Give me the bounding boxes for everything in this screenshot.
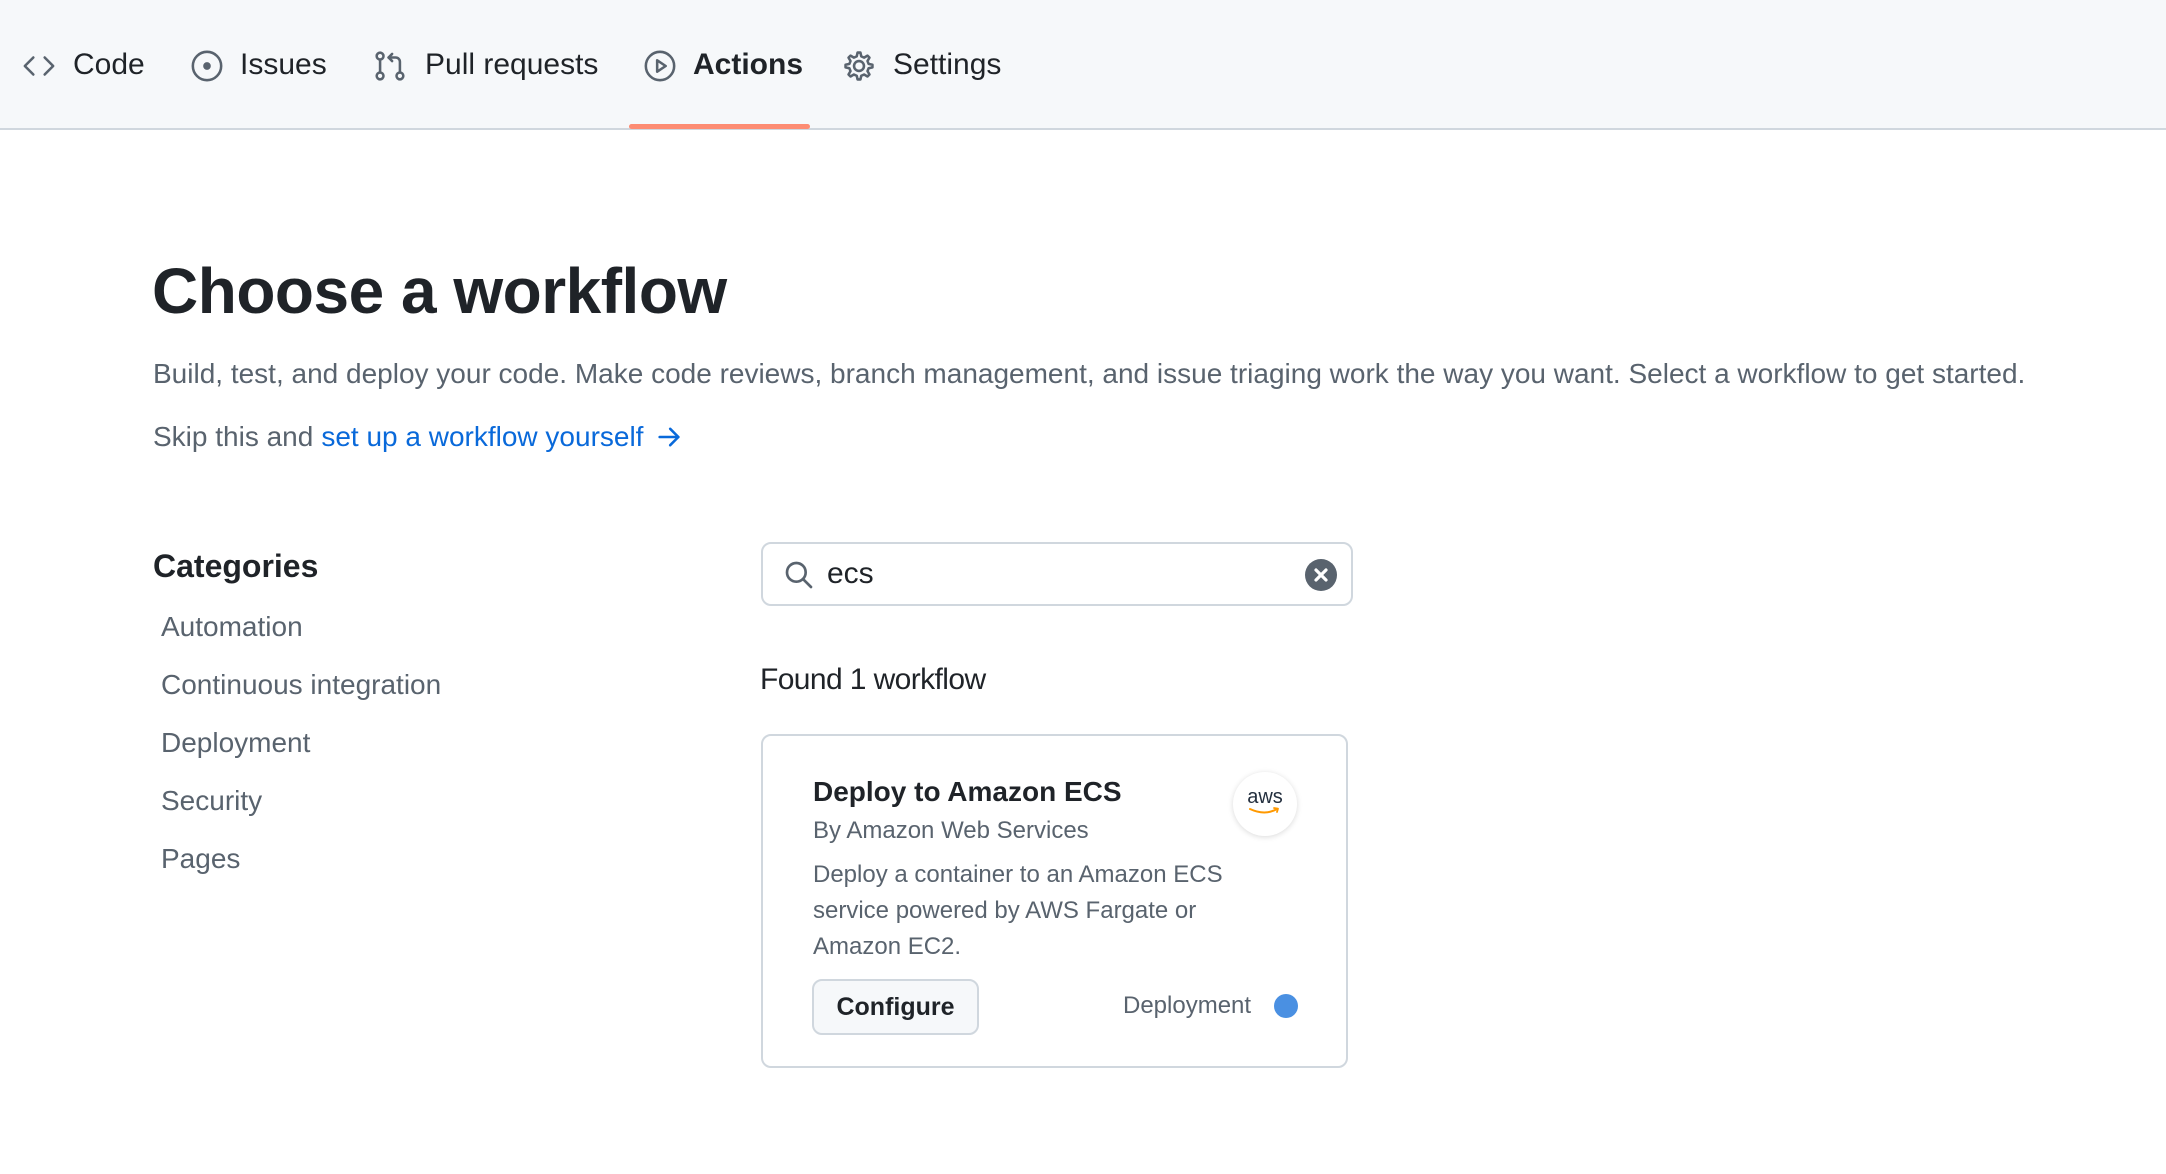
workflow-search (761, 542, 1353, 606)
aws-logo: aws (1233, 772, 1297, 836)
gear-icon (842, 49, 876, 83)
repo-nav: Code Issues Pull requests Actions Settin… (0, 0, 2166, 130)
results-summary: Found 1 workflow (760, 663, 986, 696)
active-tab-indicator (629, 124, 810, 129)
configure-button[interactable]: Configure (812, 979, 979, 1035)
tab-pull-requests[interactable]: Pull requests (373, 48, 598, 114)
category-color-dot (1274, 994, 1298, 1018)
x-circle-fill-icon (1314, 568, 1328, 582)
categories-title: Categories (153, 548, 319, 584)
tab-label: Settings (893, 48, 1002, 81)
clear-search-button[interactable] (1305, 559, 1337, 591)
search-icon (785, 561, 813, 589)
tab-label: Actions (693, 48, 804, 81)
skip-link-label: set up a workflow yourself (321, 421, 644, 452)
play-icon (643, 49, 677, 83)
page-title: Choose a workflow (152, 255, 727, 327)
category-security[interactable]: Security (161, 785, 262, 817)
tab-label: Issues (240, 48, 327, 81)
category-continuous-integration[interactable]: Continuous integration (161, 669, 441, 701)
workflow-title: Deploy to Amazon ECS (813, 776, 1122, 807)
aws-smile-icon (1249, 807, 1279, 814)
category-automation[interactable]: Automation (161, 611, 303, 643)
search-input[interactable] (827, 554, 1287, 594)
category-deployment[interactable]: Deployment (161, 727, 310, 759)
setup-workflow-yourself-link[interactable]: set up a workflow yourself (321, 421, 683, 453)
code-icon (22, 49, 56, 83)
aws-logo-text: aws (1247, 786, 1283, 808)
workflow-author: By Amazon Web Services (813, 817, 1089, 844)
tab-label: Pull requests (425, 48, 599, 81)
arrow-right-icon (658, 427, 681, 447)
workflow-description: Deploy a container to an Amazon ECS serv… (813, 861, 1223, 960)
issue-opened-icon (190, 49, 224, 83)
workflow-card: Deploy to Amazon ECS By Amazon Web Servi… (761, 734, 1348, 1068)
category-pages[interactable]: Pages (161, 843, 240, 875)
tab-issues[interactable]: Issues (190, 48, 327, 114)
workflow-category: Deployment (1123, 992, 1252, 1019)
tab-label: Code (73, 48, 145, 81)
git-pull-request-icon (373, 49, 407, 83)
tab-settings[interactable]: Settings (842, 48, 1002, 114)
page-description: Build, test, and deploy your code. Make … (153, 358, 2026, 389)
skip-line: Skip this and set up a workflow yourself (153, 421, 683, 453)
skip-prefix: Skip this and (153, 421, 314, 452)
tab-code[interactable]: Code (22, 48, 145, 114)
tab-actions[interactable]: Actions (643, 48, 803, 114)
